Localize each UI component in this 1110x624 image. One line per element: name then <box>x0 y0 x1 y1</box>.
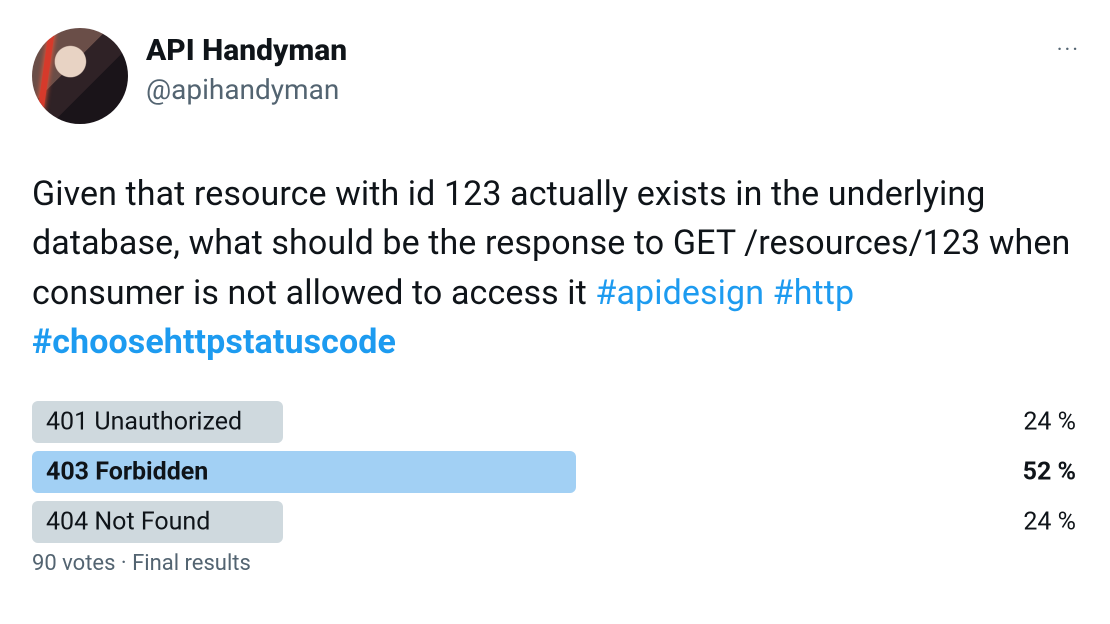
author-handle[interactable]: @apihandyman <box>146 72 347 107</box>
poll-option-0[interactable]: 401 Unauthorized 24 % <box>32 401 1078 443</box>
more-menu-icon[interactable]: ··· <box>1057 38 1080 63</box>
poll-option-label: 403 Forbidden <box>46 458 208 487</box>
avatar[interactable] <box>32 28 128 124</box>
poll-option-pct: 52 % <box>1023 458 1076 487</box>
tweet-header: API Handyman @apihandyman <box>32 28 1078 124</box>
poll-option-2[interactable]: 404 Not Found 24 % <box>32 501 1078 543</box>
tweet-card: API Handyman @apihandyman ··· Given that… <box>0 0 1110 576</box>
tweet-text-plain: Given that resource with id 123 actually… <box>32 174 1070 313</box>
tweet-text: Given that resource with id 123 actually… <box>32 170 1078 367</box>
poll: 401 Unauthorized 24 % 403 Forbidden 52 %… <box>32 401 1078 576</box>
poll-option-label: 404 Not Found <box>46 508 210 537</box>
hashtag-apidesign[interactable]: #apidesign <box>595 273 764 313</box>
poll-option-pct: 24 % <box>1023 408 1076 437</box>
poll-option-pct: 24 % <box>1023 508 1076 537</box>
poll-footer: 90 votes · Final results <box>32 551 1078 576</box>
author-display-name[interactable]: API Handyman <box>146 32 347 70</box>
poll-option-1[interactable]: 403 Forbidden 52 % <box>32 451 1078 493</box>
hashtag-http[interactable]: #http <box>773 273 855 313</box>
poll-option-label: 401 Unauthorized <box>46 408 242 437</box>
author-names: API Handyman @apihandyman <box>146 28 347 107</box>
hashtag-choosehttpstatuscode[interactable]: #choosehttpstatuscode <box>32 322 396 362</box>
